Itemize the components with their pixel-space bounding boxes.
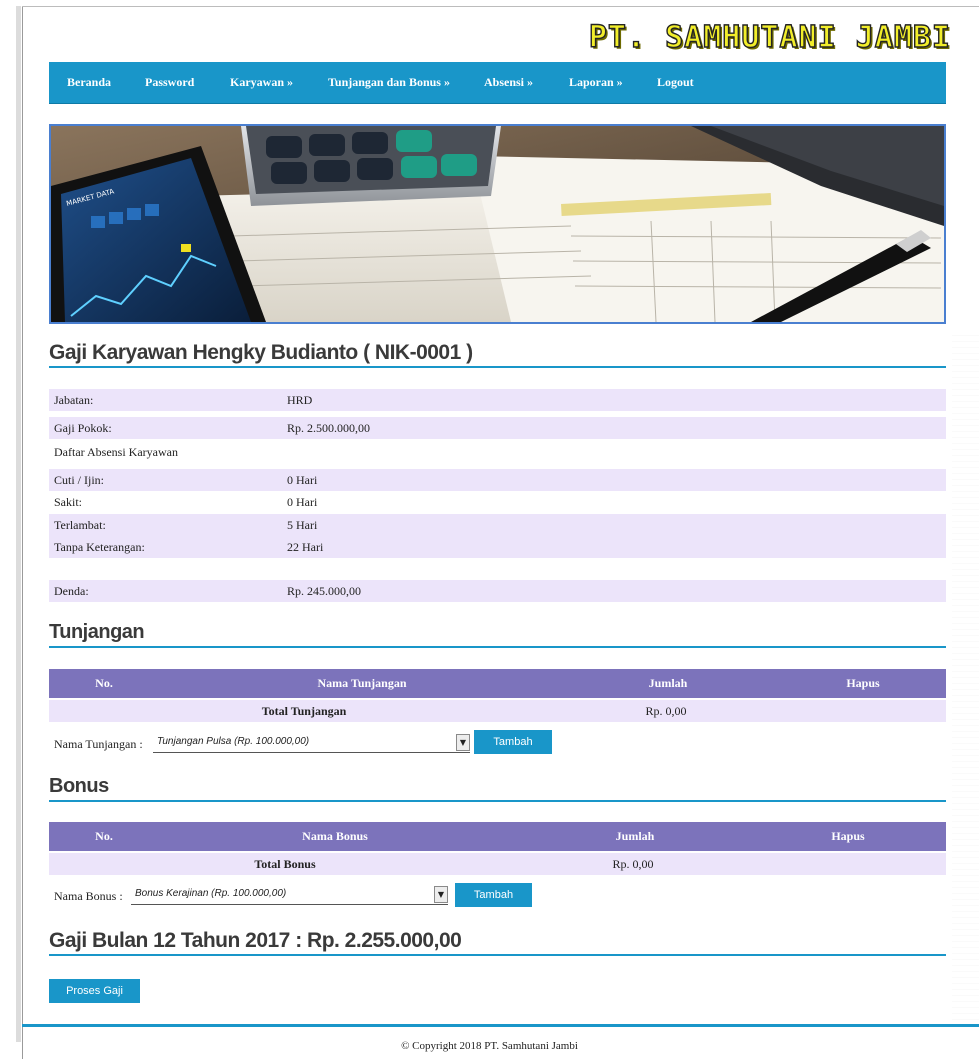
nav-password[interactable]: Password	[145, 75, 194, 90]
tunjangan-heading: Tunjangan	[49, 621, 145, 643]
info-row-terlambat: Terlambat: 5 Hari	[49, 514, 946, 536]
column-header-no: No.	[95, 829, 113, 843]
info-value: 0 Hari	[287, 473, 318, 487]
tambah-tunjangan-button[interactable]: Tambah	[474, 730, 552, 754]
dropdown-arrow-icon[interactable]: ▼	[434, 886, 448, 903]
brand-title: PT. SAMHUTANI JAMBI	[588, 19, 951, 55]
tambah-bonus-button[interactable]: Tambah	[455, 883, 532, 907]
info-label: Tanpa Keterangan:	[54, 540, 145, 554]
info-label: Gaji Pokok:	[54, 421, 112, 435]
left-border-line	[22, 6, 23, 1059]
nama-bonus-label: Nama Bonus :	[54, 889, 123, 903]
info-row-denda: Denda: Rp. 245.000,00	[49, 580, 946, 602]
title-divider	[49, 366, 946, 368]
background-stripes	[952, 330, 979, 1020]
info-row-jabatan: Jabatan: HRD	[49, 389, 946, 411]
nama-tunjangan-label: Nama Tunjangan :	[54, 737, 143, 751]
footer-copyright: © Copyright 2018 PT. Samhutani Jambi	[401, 1040, 578, 1052]
info-label: Terlambat:	[54, 518, 106, 532]
select-value: Bonus Kerajinan (Rp. 100.000,00)	[135, 888, 287, 899]
info-value: 22 Hari	[287, 540, 324, 554]
column-header-hapus: Hapus	[846, 676, 880, 690]
header-banner-image: MARKET DATA	[49, 124, 946, 324]
info-value: Rp. 245.000,00	[287, 584, 362, 598]
total-label: Total Bonus	[254, 857, 316, 871]
info-value: 0 Hari	[287, 495, 318, 509]
column-header-no: No.	[95, 676, 113, 690]
column-header-jumlah: Jumlah	[648, 676, 688, 690]
nav-absensi[interactable]: Absensi »	[484, 75, 533, 90]
top-border-line	[22, 6, 979, 7]
salary-divider	[49, 954, 946, 956]
bonus-divider	[49, 800, 946, 802]
bonus-total-row: Total Bonus Rp. 0,00	[49, 853, 946, 875]
bonus-table-header: No. Nama Bonus Jumlah Hapus	[49, 822, 946, 851]
info-value: 5 Hari	[287, 518, 318, 532]
info-row-gaji-pokok: Gaji Pokok: Rp. 2.500.000,00	[49, 417, 946, 439]
bonus-select[interactable]: Bonus Kerajinan (Rp. 100.000,00) ▼	[131, 885, 448, 905]
column-header-nama-tunjangan: Nama Tunjangan	[317, 676, 407, 690]
info-value: HRD	[287, 393, 313, 407]
tunjangan-table-header: No. Nama Tunjangan Jumlah Hapus	[49, 669, 946, 698]
tunjangan-total-row: Total Tunjangan Rp. 0,00	[49, 700, 946, 722]
info-label: Denda:	[54, 584, 89, 598]
left-border-shadow	[16, 6, 21, 1042]
total-label: Total Tunjangan	[261, 704, 347, 718]
salary-summary-title: Gaji Bulan 12 Tahun 2017 : Rp. 2.255.000…	[49, 929, 462, 952]
info-label: Cuti / Ijin:	[54, 473, 105, 487]
info-row-tanpa-keterangan: Tanpa Keterangan: 22 Hari	[49, 536, 946, 558]
info-label: Jabatan:	[54, 393, 94, 407]
main-navbar: Beranda Password Karyawan » Tunjangan da…	[49, 62, 946, 104]
nav-tunjangan-bonus[interactable]: Tunjangan dan Bonus »	[328, 75, 450, 90]
page-title: Gaji Karyawan Hengky Budianto ( NIK-0001…	[49, 341, 473, 364]
proses-gaji-button[interactable]: Proses Gaji	[49, 979, 140, 1003]
total-value: Rp. 0,00	[645, 704, 687, 718]
info-row-cuti: Cuti / Ijin: 0 Hari	[49, 469, 946, 491]
nav-karyawan[interactable]: Karyawan »	[230, 75, 293, 90]
nav-logout[interactable]: Logout	[657, 75, 694, 90]
total-value: Rp. 0,00	[612, 857, 654, 871]
column-header-jumlah: Jumlah	[615, 829, 655, 843]
tunjangan-select[interactable]: Tunjangan Pulsa (Rp. 100.000,00) ▼	[153, 733, 470, 753]
select-value: Tunjangan Pulsa (Rp. 100.000,00)	[157, 736, 310, 747]
dropdown-arrow-icon[interactable]: ▼	[456, 734, 470, 751]
bonus-heading: Bonus	[49, 775, 109, 797]
column-header-nama-bonus: Nama Bonus	[302, 829, 368, 843]
tunjangan-divider	[49, 646, 946, 648]
info-label: Daftar Absensi Karyawan	[54, 445, 178, 459]
nav-laporan[interactable]: Laporan »	[569, 75, 623, 90]
column-header-hapus: Hapus	[831, 829, 865, 843]
nav-beranda[interactable]: Beranda	[67, 75, 111, 90]
info-label: Sakit:	[54, 495, 83, 509]
banner-calculator	[241, 126, 501, 206]
info-row-absensi-heading: Daftar Absensi Karyawan	[49, 441, 946, 463]
info-value: Rp. 2.500.000,00	[287, 421, 371, 435]
footer-divider	[22, 1024, 979, 1027]
info-row-sakit: Sakit: 0 Hari	[49, 491, 946, 513]
